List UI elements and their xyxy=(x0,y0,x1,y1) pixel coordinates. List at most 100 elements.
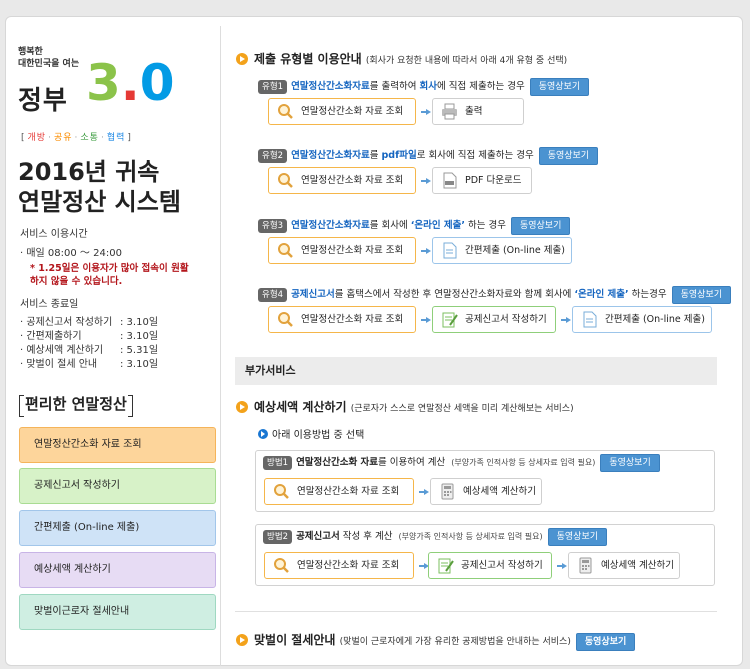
method-part1: 공제신고서 xyxy=(296,531,340,542)
method-badge: 방법1 xyxy=(263,456,293,470)
service-end-date: : 3.10일 xyxy=(120,331,159,342)
document-icon xyxy=(581,311,598,328)
pdf-file-icon xyxy=(441,172,458,189)
service-time-value: · 매일 08:00 ～ 24:00 xyxy=(20,248,122,259)
logo-tag: ] xyxy=(127,133,132,143)
menu-button-2[interactable]: 공제신고서 작성하기 xyxy=(19,468,216,504)
service-end-row: · 예상세액 계산하기: 5.31일 xyxy=(20,344,158,358)
type-part1: 연말정산간소화자료 xyxy=(291,81,370,92)
printer-icon xyxy=(441,103,458,120)
calculator-icon xyxy=(577,557,594,574)
type-part1: 연말정산간소화자료 xyxy=(291,150,370,161)
notice-line2: 하지 않을 수 있습니다. xyxy=(30,276,123,287)
method-title: 방법1 연말정산간소화 자료를 이용하여 계산 (부양가족 인적사항 등 상세자료 … xyxy=(263,454,660,472)
section-submit-guide: 제출 유형별 이용안내 (회사가 요청한 내용에 따라서 아래 4개 유형 중 … xyxy=(236,50,567,67)
section-title: 제출 유형별 이용안내 xyxy=(254,52,362,66)
logo-jeongbu: 정부 xyxy=(18,86,68,116)
type-part3: pdf파일 xyxy=(381,150,417,161)
flow-box-3[interactable]: 예상세액 계산하기 xyxy=(568,552,680,579)
method-note: (부양가족 인적사항 등 상세자료 입력 필요) xyxy=(398,532,543,541)
orange-bullet-icon xyxy=(236,53,248,65)
blue-arrow-icon xyxy=(258,429,268,439)
service-end-row: · 간편제출하기 : 3.10일 xyxy=(20,330,158,344)
flow-box-2[interactable]: 예상세액 계산하기 xyxy=(430,478,542,505)
form-icon xyxy=(437,557,454,574)
flow-box-2[interactable]: 공제신고서 작성하기 xyxy=(432,306,556,333)
method-note: (부양가족 인적사항 등 상세자료 입력 필요) xyxy=(451,458,596,467)
magnifier-icon xyxy=(277,103,294,120)
flow-box-label: PDF 다운로드 xyxy=(465,175,522,186)
service-end-item: · 예상세액 계산하기 xyxy=(20,345,104,356)
type-part2: 를 홈택스에서 작성한 후 연말정산간소화자료와 함께 회사에 xyxy=(334,289,575,300)
calculator-icon xyxy=(439,483,456,500)
video-button-method2[interactable]: 동영상보기 xyxy=(547,528,608,546)
video-button-type3[interactable]: 동영상보기 xyxy=(510,217,571,235)
logo-tag: 협력 xyxy=(106,133,126,143)
section-subtitle: (근로자가 스스로 연말정산 세액을 미리 계산해보는 서비스) xyxy=(350,404,574,414)
type-part3: ‘온라인 제출’ xyxy=(574,289,629,300)
flow-box-label: 공제신고서 작성하기 xyxy=(461,560,543,571)
type-badge: 유형2 xyxy=(258,149,288,163)
menu-button-5[interactable]: 맞벌이근로자 절세안내 xyxy=(19,594,216,630)
flow-box-3[interactable]: 간편제출 (On-line 제출) xyxy=(572,306,712,333)
service-end-item: · 공제신고서 작성하기 xyxy=(20,317,113,328)
section-title: 맞벌이 절세안내 xyxy=(254,633,336,647)
menu-button-1[interactable]: 연말정산간소화 자료 조회 xyxy=(19,427,216,463)
logo-tag: [ xyxy=(21,133,26,143)
menu-button-4[interactable]: 예상세액 계산하기 xyxy=(19,552,216,588)
arrow-right-icon xyxy=(421,248,431,254)
logo-tag: 공유 xyxy=(53,133,73,143)
flow-box-label: 연말정산간소화 자료 조회 xyxy=(301,314,404,325)
video-button-method1[interactable]: 동영상보기 xyxy=(600,454,660,472)
logo-slogan-1: 행복한 xyxy=(18,47,43,57)
video-button-type2[interactable]: 동영상보기 xyxy=(538,147,599,165)
flow-box-label: 출력 xyxy=(465,106,483,117)
flow-box-1[interactable]: 연말정산간소화 자료 조회 xyxy=(268,237,416,264)
flow-box-2[interactable]: 공제신고서 작성하기 xyxy=(428,552,552,579)
service-time-label: 서비스 이용시간 xyxy=(20,229,88,240)
system-title-line2: 연말정산 시스템 xyxy=(18,188,181,216)
service-end-row: · 맞벌이 절세 안내: 3.10일 xyxy=(20,358,158,372)
type-part1: 연말정산간소화자료 xyxy=(291,220,370,231)
logo-tag: · xyxy=(74,133,79,143)
form-icon xyxy=(441,311,458,328)
logo-tag: · xyxy=(100,133,105,143)
method-badge: 방법2 xyxy=(263,530,293,544)
flow-box-1[interactable]: 연말정산간소화 자료 조회 xyxy=(264,478,414,505)
video-button-type1[interactable]: 동영상보기 xyxy=(529,78,590,96)
flow-box-1[interactable]: 연말정산간소화 자료 조회 xyxy=(268,167,416,194)
flow-box-1[interactable]: 연말정산간소화 자료 조회 xyxy=(268,306,416,333)
section-title: 예상세액 계산하기 xyxy=(254,400,347,414)
notice-line1: * 1.25일은 이용자가 많아 접속이 원활 xyxy=(30,263,189,274)
flow-box-label: 간편제출 (On-line 제출) xyxy=(605,314,705,325)
video-button-type4[interactable]: 동영상보기 xyxy=(671,286,732,304)
submit-type-1: 유형1 연말정산간소화자료를 출력하여 회사에 직접 제출하는 경우 동영상보기 xyxy=(258,78,590,96)
magnifier-icon xyxy=(277,311,294,328)
magnifier-icon xyxy=(273,557,290,574)
arrow-right-icon xyxy=(419,489,429,495)
section-dual-income: 맞벌이 절세안내 (맞벌이 근로자에게 가장 유리한 공제방법을 안내하는 서비… xyxy=(236,631,636,651)
document-icon xyxy=(441,242,458,259)
service-end-item: · 간편제출하기 xyxy=(20,331,82,342)
flow-box-1[interactable]: 연말정산간소화 자료 조회 xyxy=(264,552,414,579)
submit-type-2: 유형2 연말정산간소화자료를 pdf파일로 회사에 직접 제출하는 경우 동영상보기 xyxy=(258,147,599,165)
type-badge: 유형1 xyxy=(258,80,288,94)
flow-box-label: 예상세액 계산하기 xyxy=(463,486,536,497)
type-part1: 공제신고서 xyxy=(291,289,335,300)
section-subtitle: (회사가 요청한 내용에 따라서 아래 4개 유형 중 선택) xyxy=(365,56,568,66)
flow-box-2[interactable]: 간편제출 (On-line 제출) xyxy=(432,237,572,264)
flow-box-label: 연말정산간소화 자료 조회 xyxy=(301,106,404,117)
logo-tag: 소통 xyxy=(80,133,99,143)
method-part2: 를 이용하여 계산 xyxy=(378,457,446,468)
flow-box-1[interactable]: 연말정산간소화 자료 조회 xyxy=(268,98,416,125)
flow-box-label: 간편제출 (On-line 제출) xyxy=(465,245,565,256)
orange-bullet-icon xyxy=(236,401,248,413)
logo-tag: · xyxy=(48,133,52,143)
video-button-dual[interactable]: 동영상보기 xyxy=(575,633,636,651)
service-end-label: 서비스 종료일 xyxy=(20,299,79,310)
flow-box-2[interactable]: PDF 다운로드 xyxy=(432,167,532,194)
type-part3: ‘온라인 제출’ xyxy=(410,220,465,231)
flow-box-2[interactable]: 출력 xyxy=(432,98,524,125)
logo-slogan-2: 대한민국을 여는 xyxy=(18,59,80,69)
menu-button-3[interactable]: 간편제출 (On-line 제출) xyxy=(19,510,216,546)
